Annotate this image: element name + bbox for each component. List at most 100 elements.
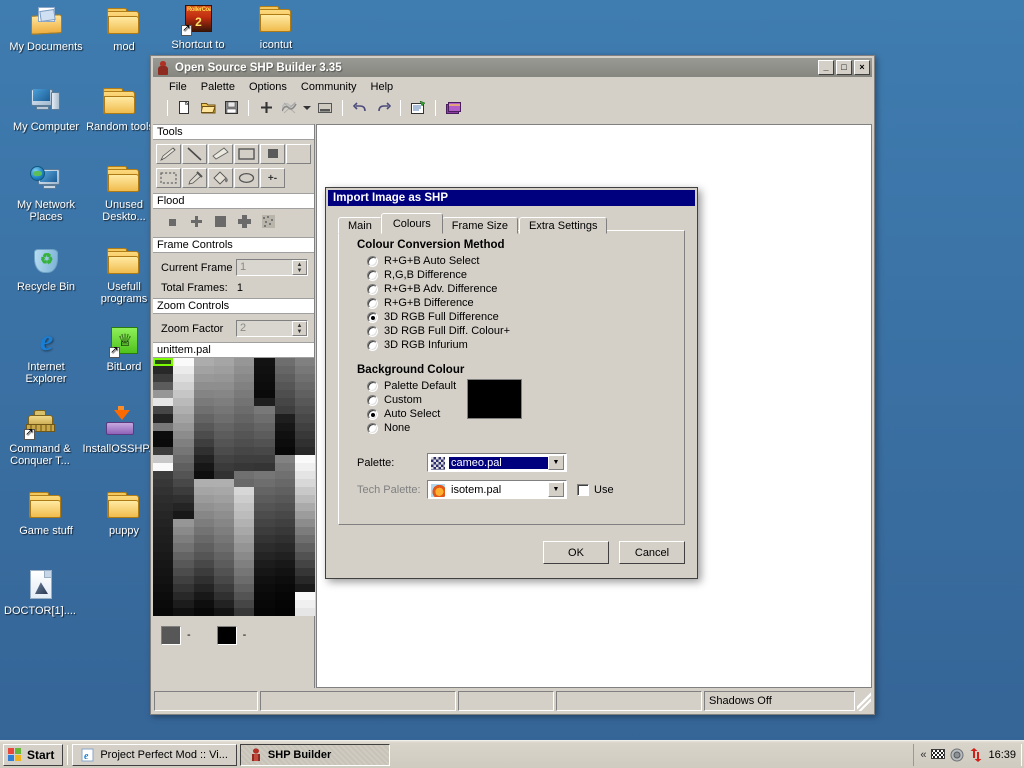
palette-swatch[interactable] <box>173 478 194 487</box>
palette-swatch[interactable] <box>193 398 214 407</box>
palette-swatch[interactable] <box>213 414 234 423</box>
tab-main[interactable]: Main <box>338 217 382 234</box>
desktop-icon-my-network-places[interactable]: My Network Places <box>8 164 84 223</box>
palette-swatch[interactable] <box>294 414 315 423</box>
palette-swatch[interactable] <box>234 422 255 431</box>
palette-swatch[interactable] <box>193 583 214 592</box>
palette-swatch[interactable] <box>193 366 214 375</box>
palette-swatch[interactable] <box>193 503 214 512</box>
tech-palette-combobox[interactable]: isotem.pal ▼ <box>427 480 567 499</box>
blank-tool-button[interactable] <box>286 144 311 164</box>
new-file-icon[interactable] <box>175 99 195 117</box>
palette-swatch[interactable] <box>254 478 275 487</box>
palette-swatch[interactable] <box>173 567 194 576</box>
palette-swatch[interactable] <box>274 607 295 616</box>
palette-swatch[interactable] <box>274 527 295 536</box>
palette-swatch[interactable] <box>193 519 214 528</box>
palette-swatch[interactable] <box>153 430 174 439</box>
palette-swatch[interactable] <box>153 438 174 447</box>
palette-swatch[interactable] <box>294 430 315 439</box>
secondary-color-swatch[interactable] <box>216 625 237 645</box>
desktop-icon-my-computer[interactable]: My Computer <box>8 86 84 133</box>
palette-swatch[interactable] <box>193 358 214 367</box>
palette-swatch[interactable] <box>153 599 174 608</box>
palette-swatch[interactable] <box>193 551 214 560</box>
palette-swatch[interactable] <box>274 535 295 544</box>
palette-swatch[interactable] <box>234 398 255 407</box>
palette-swatch[interactable] <box>274 398 295 407</box>
save-file-icon[interactable] <box>221 99 241 117</box>
palette-swatch[interactable] <box>193 414 214 423</box>
palette-swatch[interactable] <box>234 511 255 520</box>
palette-swatch[interactable] <box>173 575 194 584</box>
palette-swatch[interactable] <box>153 511 174 520</box>
palette-swatch[interactable] <box>294 462 315 471</box>
maximize-button[interactable]: □ <box>836 60 852 75</box>
palette-swatch[interactable] <box>213 527 234 536</box>
palette-swatch[interactable] <box>213 430 234 439</box>
current-frame-stepper[interactable]: 1 ▲ ▼ <box>236 259 308 276</box>
palette-swatch[interactable] <box>193 487 214 496</box>
palette-swatch[interactable] <box>213 575 234 584</box>
open-file-icon[interactable] <box>198 99 218 117</box>
palette-swatch[interactable] <box>294 454 315 463</box>
palette-swatch[interactable] <box>153 543 174 552</box>
palette-swatch[interactable] <box>153 591 174 600</box>
palette-swatch[interactable] <box>173 366 194 375</box>
convert-icon[interactable] <box>279 99 299 117</box>
palette-combobox[interactable]: cameo.pal ▼ <box>427 453 567 472</box>
palette-swatch[interactable] <box>153 607 174 616</box>
palette-swatch[interactable] <box>234 495 255 504</box>
desktop-icon-icontut[interactable]: icontut <box>238 4 314 51</box>
ok-button[interactable]: OK <box>543 541 609 564</box>
palette-swatch[interactable] <box>213 422 234 431</box>
palette-swatch[interactable] <box>173 454 194 463</box>
palette-swatch[interactable] <box>234 591 255 600</box>
palette-swatch[interactable] <box>193 406 214 415</box>
palette-swatch[interactable] <box>173 438 194 447</box>
palette-swatch[interactable] <box>274 495 295 504</box>
palette-swatch[interactable] <box>294 390 315 399</box>
desktop-icon-random-tools[interactable]: Random tools <box>82 86 158 133</box>
desktop-icon-command-and-conquer[interactable]: Command & Conquer T... <box>2 408 78 467</box>
tab-colours[interactable]: Colours <box>380 213 443 234</box>
palette-swatch[interactable] <box>153 575 174 584</box>
palette-swatch[interactable] <box>254 527 275 536</box>
palette-swatch[interactable] <box>274 487 295 496</box>
palette-swatch[interactable] <box>274 454 295 463</box>
palette-swatch[interactable] <box>213 358 234 367</box>
palette-swatch[interactable] <box>294 535 315 544</box>
palette-swatch[interactable] <box>274 414 295 423</box>
palette-swatch[interactable] <box>234 358 255 367</box>
radio-3d-rgb-full-diff-colour-plus[interactable]: 3D RGB Full Diff. Colour+ <box>339 324 684 338</box>
tab-frame-size[interactable]: Frame Size <box>441 217 518 234</box>
palette-swatch[interactable] <box>274 446 295 455</box>
palette-swatch[interactable] <box>234 374 255 383</box>
flood-square-icon[interactable] <box>213 216 227 230</box>
palette-swatch[interactable] <box>173 382 194 391</box>
palette-swatch[interactable] <box>254 390 275 399</box>
palette-swatch[interactable] <box>173 358 194 367</box>
palette-swatch[interactable] <box>294 495 315 504</box>
palette-swatch[interactable] <box>193 462 214 471</box>
palette-swatch[interactable] <box>274 503 295 512</box>
palette-swatch[interactable] <box>213 535 234 544</box>
palette-swatch[interactable] <box>274 366 295 375</box>
palette-swatch[interactable] <box>213 446 234 455</box>
palette-swatch[interactable] <box>294 406 315 415</box>
palette-swatch[interactable] <box>294 446 315 455</box>
flood-small-icon[interactable] <box>165 217 179 229</box>
palette-swatch[interactable] <box>173 503 194 512</box>
palette-swatch[interactable] <box>173 551 194 560</box>
palette-swatch[interactable] <box>254 422 275 431</box>
palette-swatch[interactable] <box>274 358 295 367</box>
desktop-icon-game-stuff[interactable]: Game stuff <box>8 490 84 537</box>
palette-swatch[interactable] <box>234 575 255 584</box>
palette-swatch[interactable] <box>234 551 255 560</box>
palette-swatch[interactable] <box>254 438 275 447</box>
desktop-icon-installosshp[interactable]: InstallOSSHP... <box>82 406 158 455</box>
chevron-down-icon[interactable]: ▼ <box>548 482 564 497</box>
palette-swatch[interactable] <box>254 583 275 592</box>
palette-swatch[interactable] <box>153 527 174 536</box>
taskbar-item-shp-builder[interactable]: SHP Builder <box>239 743 390 766</box>
